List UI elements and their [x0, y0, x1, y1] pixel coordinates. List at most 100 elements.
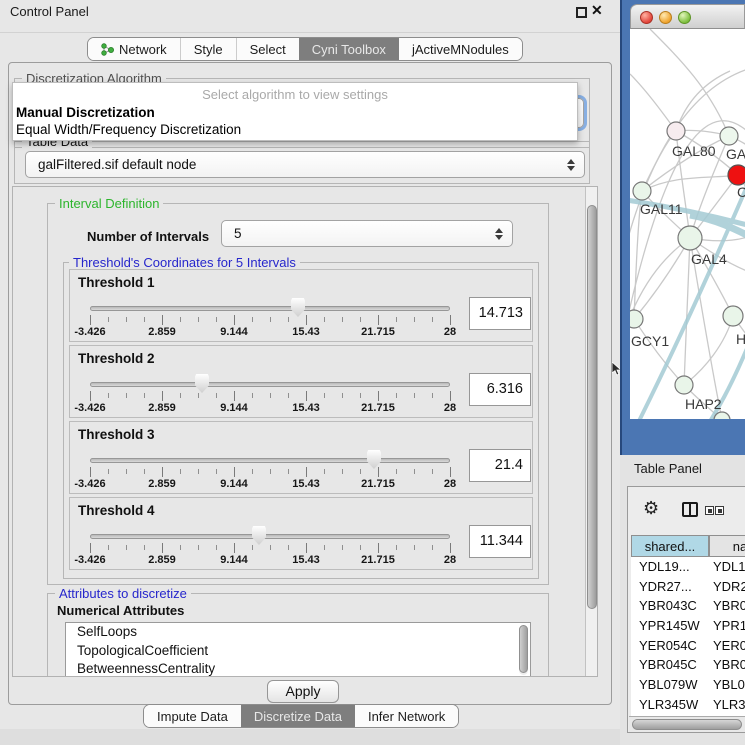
float-window-icon[interactable] [576, 7, 587, 18]
tick-label: -3.426 [64, 326, 116, 338]
num-intervals-label: Number of Intervals [87, 229, 209, 244]
tick-label: -3.426 [64, 478, 116, 490]
scrollbar-thumb[interactable] [632, 719, 742, 730]
close-traffic-light[interactable] [640, 11, 653, 24]
node-gcy1 [630, 310, 643, 328]
control-panel-tabbar: Network Style Select Cyni Toolbox jActiv… [87, 37, 523, 61]
node-label-ga: GA [726, 146, 745, 162]
column-header-shared-name[interactable]: shared... [631, 535, 709, 557]
interval-definition-title: Interval Definition [55, 196, 163, 211]
settings-scroll-viewport: Interval Definition Number of Intervals … [12, 186, 598, 677]
tab-cyni-toolbox[interactable]: Cyni Toolbox [299, 38, 399, 60]
table-row[interactable]: YBL079WYBL0 [631, 675, 745, 695]
table-row[interactable]: YDR27...YDR2 [631, 577, 745, 597]
table-data-combobox[interactable]: galFiltered.sif default node [25, 151, 585, 178]
tab-style[interactable]: Style [181, 38, 236, 60]
control-panel-title: Control Panel [10, 4, 89, 19]
threshold-2-label: Threshold 2 [78, 351, 155, 366]
num-intervals-combobox[interactable]: 5 [221, 220, 513, 247]
tab-jactivemnodules[interactable]: jActiveMNodules [399, 38, 522, 60]
numerical-attributes-label: Numerical Attributes [57, 603, 184, 618]
status-strip [0, 729, 620, 745]
threshold-4-value-field[interactable]: 11.344 [469, 525, 531, 558]
threshold-1-value-field[interactable]: 14.713 [469, 297, 531, 330]
gear-icon[interactable]: ⚙ [643, 498, 659, 519]
threshold-4-slider-track[interactable] [90, 534, 450, 539]
column-header-name[interactable]: name [709, 535, 745, 557]
node-hap2 [675, 376, 693, 394]
node-h [723, 306, 743, 326]
tab-network-label: Network [119, 42, 167, 57]
tab-discretize-data[interactable]: Discretize Data [241, 705, 355, 727]
list-item-betweennesscentrality[interactable]: BetweennessCentrality [66, 660, 530, 677]
minimize-traffic-light[interactable] [659, 11, 672, 24]
scrollbar-thumb[interactable] [587, 205, 597, 609]
network-window-titlebar[interactable] [630, 4, 745, 29]
tick-label: 15.43 [280, 402, 332, 414]
threshold-2-slider-track[interactable] [90, 382, 450, 387]
tab-impute-data[interactable]: Impute Data [144, 705, 241, 727]
apply-button[interactable]: Apply [267, 680, 339, 703]
zoom-traffic-light[interactable] [678, 11, 691, 24]
threshold-1-ticks [90, 317, 451, 322]
tick-label: 15.43 [280, 554, 332, 566]
threshold-4-label: Threshold 4 [78, 503, 155, 518]
threshold-2-value-field[interactable]: 6.316 [469, 373, 531, 406]
screen: Control Panel ✕ Network Style Select Cyn… [0, 0, 745, 745]
tick-label: 9.144 [208, 402, 260, 414]
threshold-2-slider-thumb[interactable] [195, 374, 209, 393]
threshold-3-value-field[interactable]: 21.4 [469, 449, 531, 482]
threshold-4-slider-thumb[interactable] [252, 526, 266, 545]
split-table-icon[interactable] [682, 502, 698, 517]
table-row[interactable]: YBR045CYBR0 [631, 655, 745, 675]
table-row[interactable]: YLR345WYLR3 [631, 695, 745, 715]
threshold-4-ticks [90, 545, 451, 550]
tick-label: 2.859 [136, 402, 188, 414]
threshold-2-panel: Threshold 2 -3.426 2.859 9.144 15.43 21.… [69, 345, 533, 418]
table-row[interactable]: YER054CYER0 [631, 636, 745, 656]
tick-label: 15.43 [280, 326, 332, 338]
threshold-1-label: Threshold 1 [78, 275, 155, 290]
tab-select[interactable]: Select [237, 38, 299, 60]
divider [0, 32, 620, 33]
table-panel-title: Table Panel [634, 461, 702, 476]
threshold-1-slider-track[interactable] [90, 306, 450, 311]
combo-arrows-icon [495, 228, 503, 240]
network-canvas[interactable]: GAL80 GA C GAL11 GAL4 GCY1 H HAP2 [630, 29, 745, 419]
thresholds-group-title: Threshold's Coordinates for 5 Intervals [69, 255, 300, 270]
threshold-3-label: Threshold 3 [78, 427, 155, 442]
tick-label: 9.144 [208, 326, 260, 338]
threshold-3-slider-track[interactable] [90, 458, 450, 463]
tick-label: 21.715 [352, 554, 404, 566]
select-columns-icon[interactable] [705, 506, 714, 515]
tick-label: -3.426 [64, 554, 116, 566]
node-ga [720, 127, 738, 145]
node-red [728, 165, 745, 185]
table-row[interactable]: YBR043CYBR0 [631, 596, 745, 616]
dropdown-option-manual[interactable]: Manual Discretization [16, 105, 155, 120]
tab-network[interactable]: Network [88, 38, 180, 60]
settings-vertical-scrollbar[interactable] [585, 187, 598, 676]
attributes-group-title: Attributes to discretize [55, 586, 191, 601]
tick-label: 2.859 [136, 326, 188, 338]
table-data-value: galFiltered.sif default node [38, 157, 196, 172]
cyni-mode-tabbar: Impute Data Discretize Data Infer Networ… [143, 704, 459, 728]
dropdown-option-equal-width[interactable]: Equal Width/Frequency Discretization [16, 122, 241, 137]
select-columns-icon-2[interactable] [715, 506, 724, 515]
tab-infer-network[interactable]: Infer Network [355, 705, 458, 727]
node-label-gal4: GAL4 [691, 251, 727, 267]
list-item-topologicalcoefficient[interactable]: TopologicalCoefficient [66, 642, 530, 661]
threshold-3-panel: Threshold 3 -3.426 2.859 9.144 15.43 21.… [69, 421, 533, 494]
table-row[interactable]: YDL19...YDL1 [631, 557, 745, 577]
close-icon[interactable]: ✕ [591, 2, 603, 19]
list-item-selfloops[interactable]: SelfLoops [66, 623, 530, 642]
tick-label: 21.715 [352, 326, 404, 338]
node-gal11 [633, 182, 651, 200]
node-label-gal11: GAL11 [640, 201, 683, 217]
node-label-gal80: GAL80 [672, 143, 716, 159]
threshold-1-slider-thumb[interactable] [291, 298, 305, 317]
list-scrollbar[interactable] [519, 625, 528, 675]
table-horizontal-scrollbar[interactable] [629, 716, 745, 732]
tick-label: -3.426 [64, 402, 116, 414]
table-row[interactable]: YPR145WYPR1 [631, 616, 745, 636]
